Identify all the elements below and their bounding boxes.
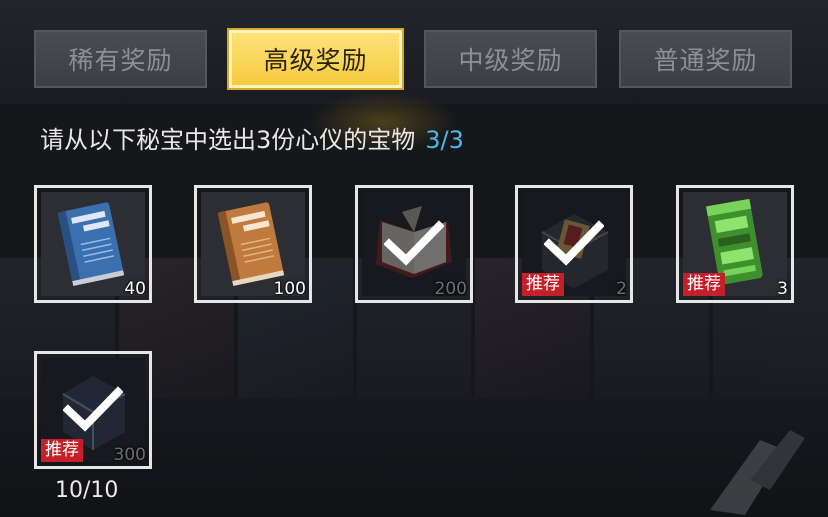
reward-item-crystal-cube[interactable]: 推荐 300: [34, 351, 152, 469]
selection-count: 3/3: [425, 126, 464, 154]
reward-item-red-book[interactable]: 200: [355, 185, 473, 303]
check-icon: [384, 220, 444, 266]
reward-item-green-device[interactable]: 推荐 3: [676, 185, 794, 303]
reward-tier-tabs: 稀有奖励 高级奖励 中级奖励 普通奖励: [34, 30, 792, 88]
item-quantity: 100: [273, 279, 306, 299]
item-quantity: 300: [113, 445, 146, 465]
reward-item-card-box[interactable]: 推荐 2: [515, 185, 633, 303]
recommended-badge: 推荐: [683, 273, 725, 296]
check-icon: [544, 220, 604, 266]
recommended-badge: 推荐: [41, 439, 83, 462]
tab-normal-reward[interactable]: 普通奖励: [619, 30, 792, 88]
selection-progress: 10/10: [55, 478, 119, 503]
tab-rare-reward[interactable]: 稀有奖励: [34, 30, 207, 88]
check-icon: [63, 386, 123, 432]
tab-advanced-reward[interactable]: 高级奖励: [229, 30, 402, 88]
tab-intermediate-reward[interactable]: 中级奖励: [424, 30, 597, 88]
reward-item-orange-book[interactable]: 100: [194, 185, 312, 303]
recommended-badge: 推荐: [522, 273, 564, 296]
decorative-emblem-icon: [710, 430, 805, 515]
selection-instruction: 请从以下秘宝中选出3份心仪的宝物 3/3: [40, 120, 464, 155]
item-quantity: 200: [434, 279, 467, 299]
item-quantity: 40: [124, 279, 146, 299]
reward-item-blue-book[interactable]: 40: [34, 185, 152, 303]
item-quantity: 3: [777, 279, 788, 299]
instruction-text: 请从以下秘宝中选出3份心仪的宝物: [40, 126, 416, 154]
item-quantity: 2: [616, 279, 627, 299]
